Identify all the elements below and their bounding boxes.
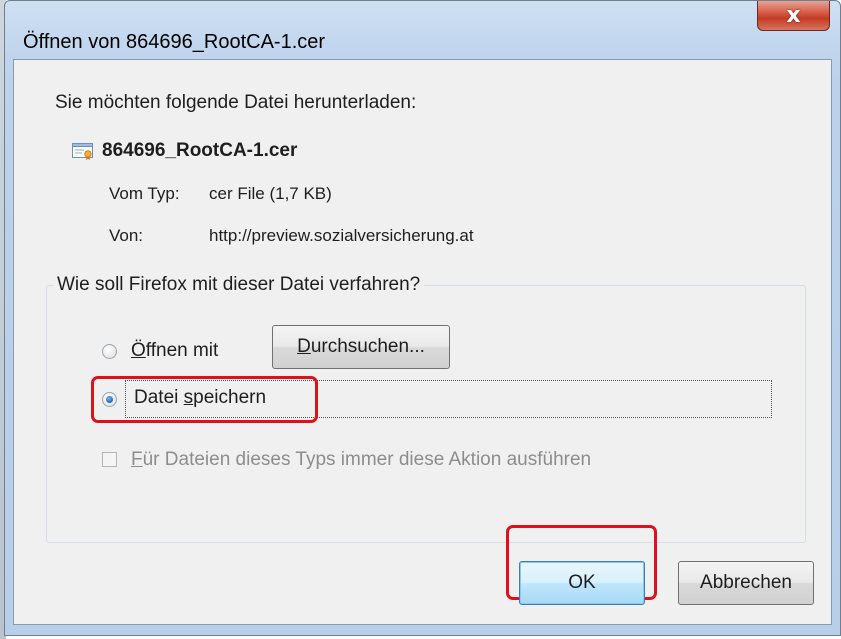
ok-button[interactable]: OK bbox=[519, 561, 645, 605]
file-source-label: Von: bbox=[109, 226, 144, 245]
file-name: 864696_RootCA-1.cer bbox=[102, 140, 298, 161]
file-source-row: Von: http://preview.sozialversicherung.a… bbox=[109, 226, 474, 246]
browse-label-text: urchsuchen... bbox=[310, 336, 425, 357]
intro-text: Sie möchten folgende Datei herunterladen… bbox=[55, 92, 417, 113]
certificate-icon bbox=[72, 143, 93, 160]
file-type-label: Vom Typ: bbox=[109, 184, 180, 203]
always-label-text: ür Dateien dieses Typs immer diese Aktio… bbox=[142, 449, 592, 470]
title-bar[interactable]: Öffnen von 864696_RootCA-1.cer x bbox=[5, 1, 840, 59]
close-button[interactable]: x bbox=[757, 1, 830, 31]
download-dialog: Öffnen von 864696_RootCA-1.cer x Sie möc… bbox=[4, 0, 841, 636]
dialog-content: Sie möchten folgende Datei herunterladen… bbox=[13, 59, 832, 625]
close-icon: x bbox=[786, 2, 801, 28]
open-with-label-text: ffnen mit bbox=[145, 340, 219, 361]
file-type-value: cer File (1,7 KB) bbox=[209, 184, 332, 203]
always-do-this-checkbox[interactable] bbox=[102, 452, 117, 467]
save-option-highlight bbox=[91, 376, 318, 423]
file-type-row: Vom Typ: cer File (1,7 KB) bbox=[109, 184, 332, 204]
browse-access-key: D bbox=[297, 336, 311, 357]
always-do-this-label[interactable]: Für Dateien dieses Typs immer diese Akti… bbox=[131, 449, 591, 471]
open-with-access-key: Ö bbox=[131, 340, 146, 361]
file-source-value: http://preview.sozialversicherung.at bbox=[209, 226, 474, 245]
open-with-label[interactable]: Öffnen mit bbox=[131, 340, 218, 362]
open-with-radio[interactable] bbox=[102, 344, 117, 359]
browse-button[interactable]: Durchsuchen... bbox=[272, 325, 450, 369]
file-info: 864696_RootCA-1.cer bbox=[72, 140, 297, 162]
cancel-button[interactable]: Abbrechen bbox=[678, 561, 814, 605]
always-access-key: F bbox=[131, 449, 143, 470]
window-title: Öffnen von 864696_RootCA-1.cer bbox=[23, 31, 326, 53]
action-group-legend: Wie soll Firefox mit dieser Datei verfah… bbox=[53, 274, 425, 296]
